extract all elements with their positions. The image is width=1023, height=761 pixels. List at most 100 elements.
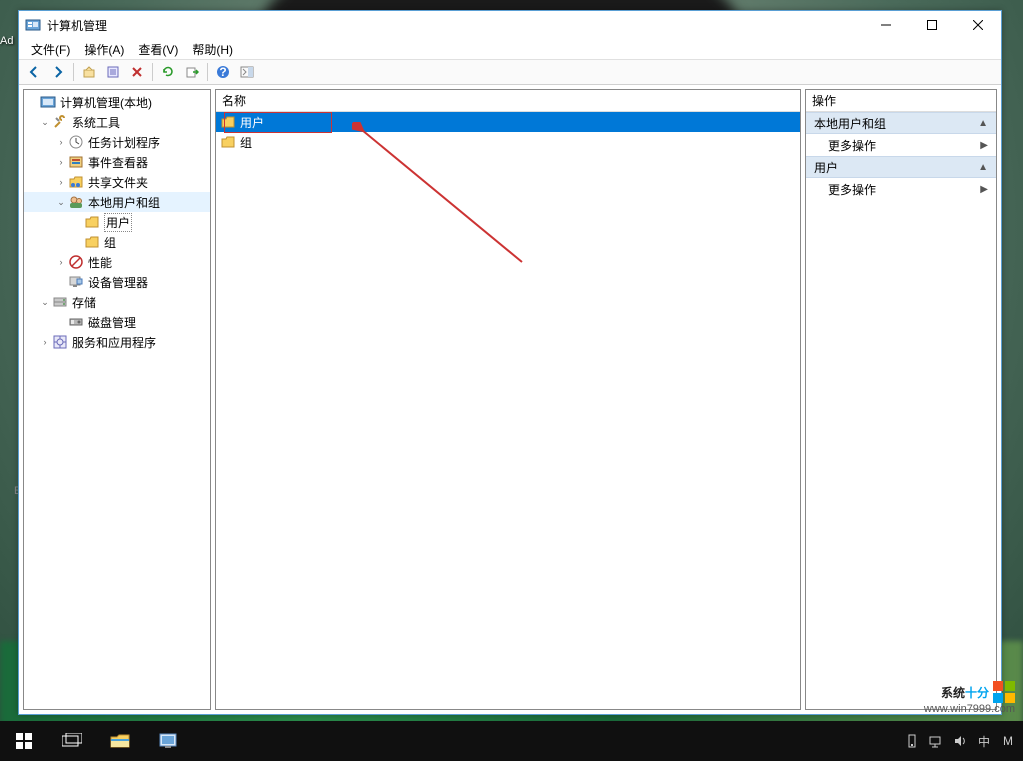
expand-icon[interactable]: ›: [54, 137, 68, 147]
forward-button[interactable]: [47, 61, 69, 83]
tree-label: 本地用户和组: [88, 194, 160, 211]
tree-label: 共享文件夹: [88, 174, 148, 191]
folder-icon: [220, 134, 236, 150]
actions-group-label: 用户: [814, 159, 838, 176]
collapse-up-icon: ▲: [978, 162, 988, 173]
device-manager-icon: [68, 274, 84, 290]
services-icon: [52, 334, 68, 350]
tree-root[interactable]: 计算机管理(本地): [24, 92, 210, 112]
menubar: 文件(F) 操作(A) 查看(V) 帮助(H): [19, 39, 1001, 59]
export-list-button[interactable]: [181, 61, 203, 83]
close-button[interactable]: [955, 11, 1001, 39]
tree-storage[interactable]: ⌄ 存储: [24, 292, 210, 312]
tree-performance[interactable]: › 性能: [24, 252, 210, 272]
help-button[interactable]: ?: [212, 61, 234, 83]
actions-item-label: 更多操作: [828, 137, 876, 154]
expand-icon[interactable]: ›: [54, 257, 68, 267]
tree-label: 用户: [104, 213, 132, 232]
show-hide-actions-button[interactable]: [236, 61, 258, 83]
users-groups-icon: [68, 194, 84, 210]
back-button[interactable]: [23, 61, 45, 83]
disk-icon: [68, 314, 84, 330]
actions-group-users[interactable]: 用户 ▲: [806, 156, 996, 178]
tree-label: 磁盘管理: [88, 314, 136, 331]
properties-button[interactable]: [102, 61, 124, 83]
actions-more-2[interactable]: 更多操作 ▶: [806, 178, 996, 200]
actions-pane: 操作 本地用户和组 ▲ 更多操作 ▶ 用户 ▲ 更多操作 ▶: [805, 89, 997, 710]
shared-folder-icon: [68, 174, 84, 190]
chevron-right-icon: ▶: [980, 140, 988, 151]
file-explorer-button[interactable]: [96, 721, 144, 761]
list-row-users[interactable]: 用户: [216, 112, 800, 132]
performance-icon: [68, 254, 84, 270]
window-title: 计算机管理: [47, 17, 863, 34]
minimize-button[interactable]: [863, 11, 909, 39]
folder-icon: [220, 114, 236, 130]
list-row-label: 组: [240, 134, 252, 151]
collapse-icon[interactable]: ⌄: [54, 197, 68, 208]
main-body: 计算机管理(本地) ⌄ 系统工具 › 任务计划程序 › 事件查看器: [19, 85, 1001, 714]
folder-icon: [84, 214, 100, 230]
tree-task-scheduler[interactable]: › 任务计划程序: [24, 132, 210, 152]
actions-more-1[interactable]: 更多操作 ▶: [806, 134, 996, 156]
tree-services-apps[interactable]: › 服务和应用程序: [24, 332, 210, 352]
computer-management-window: 计算机管理 文件(F) 操作(A) 查看(V) 帮助(H) ?: [18, 10, 1002, 715]
tree-local-users-groups[interactable]: ⌄ 本地用户和组: [24, 192, 210, 212]
task-view-button[interactable]: [48, 721, 96, 761]
up-level-button[interactable]: [78, 61, 100, 83]
menu-file[interactable]: 文件(F): [25, 39, 76, 60]
maximize-button[interactable]: [909, 11, 955, 39]
refresh-button[interactable]: [157, 61, 179, 83]
start-button[interactable]: [0, 721, 48, 761]
list-pane: 名称 用户 组: [215, 89, 801, 710]
list-body[interactable]: 用户 组: [216, 112, 800, 709]
tray-network-icon[interactable]: [927, 721, 945, 761]
clock-icon: [68, 134, 84, 150]
tree-label: 性能: [88, 254, 112, 271]
folder-icon: [84, 234, 100, 250]
tools-icon: [52, 114, 68, 130]
tree-label: 服务和应用程序: [72, 334, 156, 351]
actions-group-local-users[interactable]: 本地用户和组 ▲: [806, 112, 996, 134]
list-row-groups[interactable]: 组: [216, 132, 800, 152]
tree-label: 事件查看器: [88, 154, 148, 171]
titlebar[interactable]: 计算机管理: [19, 11, 1001, 39]
tray-device-icon[interactable]: [903, 721, 921, 761]
tree-body[interactable]: 计算机管理(本地) ⌄ 系统工具 › 任务计划程序 › 事件查看器: [24, 90, 210, 709]
menu-view[interactable]: 查看(V): [132, 39, 184, 60]
computer-management-icon: [40, 94, 56, 110]
actions-group-label: 本地用户和组: [814, 115, 886, 132]
toolbar: ?: [19, 59, 1001, 85]
expand-icon[interactable]: ›: [38, 337, 52, 347]
tree-users[interactable]: 用户: [24, 212, 210, 232]
collapse-icon[interactable]: ⌄: [38, 117, 52, 128]
partial-label-ad: Ad: [0, 35, 13, 47]
actions-item-label: 更多操作: [828, 181, 876, 198]
tree-groups[interactable]: 组: [24, 232, 210, 252]
tree-pane: 计算机管理(本地) ⌄ 系统工具 › 任务计划程序 › 事件查看器: [23, 89, 211, 710]
computer-management-taskbar-button[interactable]: [144, 721, 192, 761]
menu-action[interactable]: 操作(A): [78, 39, 130, 60]
tree-event-viewer[interactable]: › 事件查看器: [24, 152, 210, 172]
expand-icon[interactable]: ›: [54, 157, 68, 167]
tree-device-manager[interactable]: 设备管理器: [24, 272, 210, 292]
chevron-right-icon: ▶: [980, 184, 988, 195]
tree-disk-management[interactable]: 磁盘管理: [24, 312, 210, 332]
tray-ime-zh[interactable]: 中: [975, 721, 993, 761]
taskbar[interactable]: 中 M: [0, 721, 1023, 761]
tray-ime-m[interactable]: M: [999, 721, 1017, 761]
menu-help[interactable]: 帮助(H): [186, 39, 239, 60]
svg-text:?: ?: [219, 65, 226, 79]
tree-label: 系统工具: [72, 114, 120, 131]
list-row-label: 用户: [240, 114, 264, 131]
column-header-name[interactable]: 名称: [216, 90, 800, 112]
event-viewer-icon: [68, 154, 84, 170]
tray-volume-icon[interactable]: [951, 721, 969, 761]
tree-label: 组: [104, 234, 116, 251]
expand-icon[interactable]: ›: [54, 177, 68, 187]
delete-button[interactable]: [126, 61, 148, 83]
collapse-icon[interactable]: ⌄: [38, 297, 52, 308]
tree-shared-folders[interactable]: › 共享文件夹: [24, 172, 210, 192]
tree-system-tools[interactable]: ⌄ 系统工具: [24, 112, 210, 132]
tree-label: 存储: [72, 294, 96, 311]
